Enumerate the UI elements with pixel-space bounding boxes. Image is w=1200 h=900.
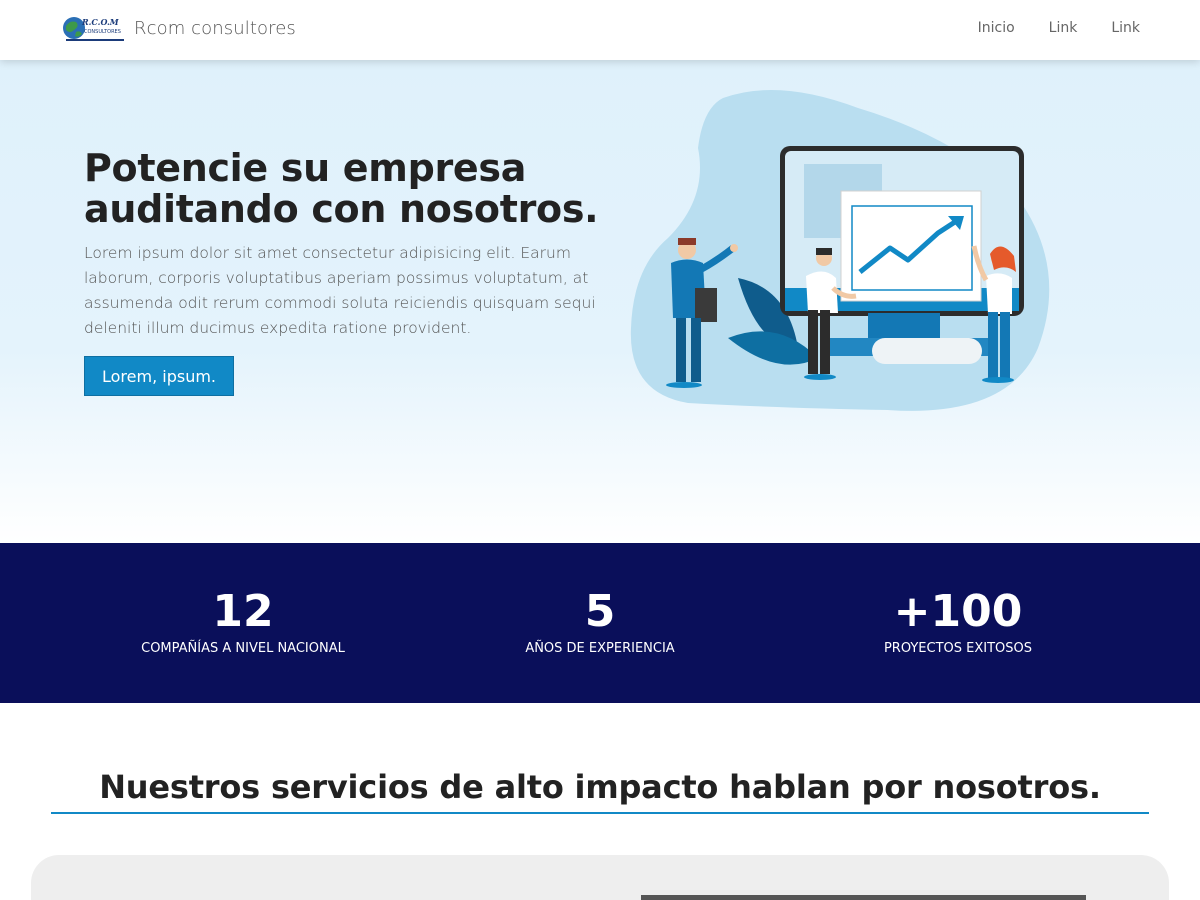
- brand-name[interactable]: Rcom consultores: [134, 18, 296, 39]
- navbar: R.C.O.M CONSULTORES Rcom consultores Ini…: [0, 0, 1200, 60]
- hero-title: Potencie su empresa auditando con nosotr…: [84, 146, 599, 231]
- business-growth-illustration: [630, 90, 1050, 411]
- stat-number: 12: [212, 586, 274, 637]
- svg-text:R.C.O.M: R.C.O.M: [81, 17, 120, 27]
- service-image: [641, 895, 1086, 900]
- services-card: [31, 855, 1169, 900]
- stat-number: +100: [893, 586, 1023, 637]
- hero-text: Lorem ipsum dolor sit amet consectetur a…: [84, 244, 596, 337]
- hero-section: Potencie su empresa auditando con nosotr…: [0, 60, 1200, 543]
- nav-link-inicio[interactable]: Inicio: [978, 20, 1015, 36]
- stat-companies: 12 COMPAÑÍAS A NIVEL NACIONAL: [93, 586, 393, 657]
- services-divider: [51, 812, 1149, 814]
- nav-links: Inicio Link Link: [944, 20, 1140, 36]
- company-logo[interactable]: R.C.O.M CONSULTORES: [62, 14, 126, 46]
- stat-number: 5: [584, 586, 616, 637]
- nav-link-1[interactable]: Link: [1049, 20, 1078, 36]
- hero-cta-button[interactable]: Lorem, ipsum.: [84, 356, 234, 396]
- stats-section: 12 COMPAÑÍAS A NIVEL NACIONAL 5 AÑOS DE …: [0, 543, 1200, 703]
- stat-projects: +100 PROYECTOS EXITOSOS: [808, 586, 1108, 657]
- stat-label: PROYECTOS EXITOSOS: [883, 641, 1033, 656]
- stat-label: COMPAÑÍAS A NIVEL NACIONAL: [141, 641, 345, 656]
- services-title: Nuestros servicios de alto impacto habla…: [99, 768, 1101, 806]
- svg-text:CONSULTORES: CONSULTORES: [84, 29, 121, 35]
- stat-years: 5 AÑOS DE EXPERIENCIA: [450, 586, 750, 657]
- nav-link-2[interactable]: Link: [1111, 20, 1140, 36]
- stat-label: AÑOS DE EXPERIENCIA: [525, 641, 675, 656]
